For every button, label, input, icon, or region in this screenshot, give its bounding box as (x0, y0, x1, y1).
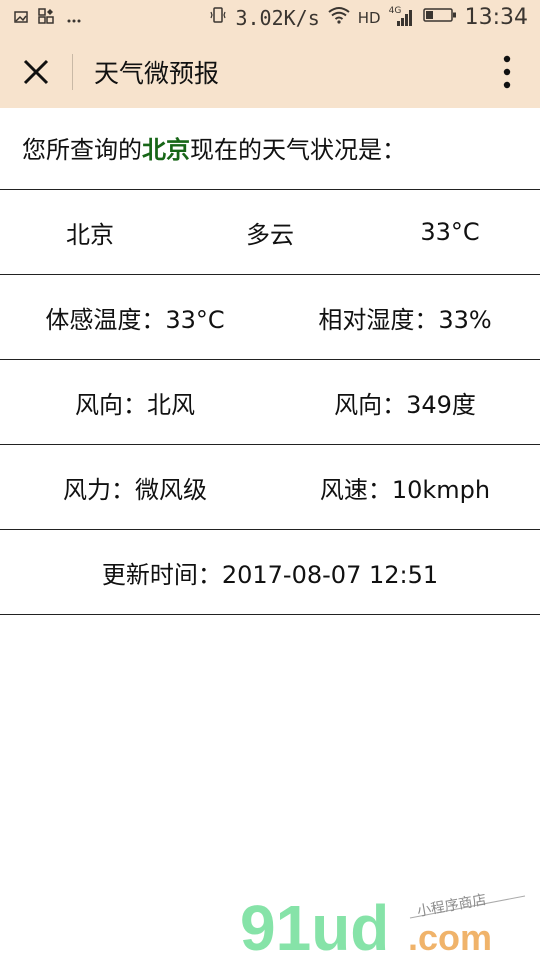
watermark-tagline: 小程序商店 (416, 892, 488, 920)
intro-prefix: 您所查询的 (22, 136, 142, 164)
query-intro: 您所查询的北京现在的天气状况是： (22, 130, 406, 165)
close-icon (23, 59, 49, 85)
watermark-domain: .com (408, 917, 492, 958)
watermark-logo: 91ud .com 小程序商店 (240, 888, 530, 962)
cell-signal-icon: 4G (388, 5, 415, 28)
status-bar-right: 3.02K/s HD 4G 13:34 (209, 5, 528, 30)
table-row: 风向：北风 风向：349度 (0, 359, 540, 444)
watermark-graphic: 91ud .com 小程序商店 (240, 892, 526, 962)
image-notification-icon (14, 8, 28, 29)
wind-force-cell: 风力：微风级 (63, 475, 207, 504)
feels-like-cell: 体感温度：33°C (45, 305, 225, 334)
wind-speed-cell: 风速：10kmph (319, 475, 491, 504)
status-bar: 3.02K/s HD 4G 13:34 (0, 0, 540, 36)
humidity-cell: 相对湿度：33% (318, 305, 492, 334)
table-row: 更新时间：2017-08-07 12:51 (0, 529, 540, 615)
page-title: 天气微预报 (94, 59, 220, 88)
more-vertical-icon (503, 55, 511, 89)
network-type-label: 4G (388, 5, 402, 16)
close-button[interactable] (20, 56, 52, 88)
weather-table: 北京 多云 33°C 体感温度：33°C 相对湿度：33% 风向：北风 风向：3… (0, 189, 540, 615)
intro-suffix: 现在的天气状况是： (190, 136, 406, 164)
update-time-cell: 更新时间：2017-08-07 12:51 (101, 560, 439, 589)
watermark-brand: 91ud (240, 892, 389, 958)
hd-label: HD (357, 8, 381, 27)
status-bar-left (14, 8, 82, 29)
table-row: 风力：微风级 风速：10kmph (0, 444, 540, 529)
navbar: 天气微预报 (0, 36, 540, 108)
apps-notification-icon (38, 8, 56, 29)
wind-direction-cell: 风向：北风 (75, 390, 195, 419)
city-cell: 北京 (66, 220, 114, 249)
table-row: 北京 多云 33°C (0, 189, 540, 274)
clock: 13:34 (464, 5, 528, 30)
condition-cell: 多云 (246, 220, 294, 249)
table-row: 体感温度：33°C 相对湿度：33% (0, 274, 540, 359)
wind-degree-cell: 风向：349度 (334, 390, 476, 419)
more-options-button[interactable] (494, 52, 520, 92)
navbar-divider (72, 54, 73, 90)
vibrate-icon (209, 6, 227, 29)
temperature-cell: 33°C (420, 218, 480, 246)
more-notifications-icon (66, 8, 82, 29)
battery-icon (422, 7, 457, 28)
intro-city: 北京 (142, 136, 190, 164)
network-speed: 3.02K/s (235, 5, 320, 30)
wifi-icon (328, 6, 350, 29)
